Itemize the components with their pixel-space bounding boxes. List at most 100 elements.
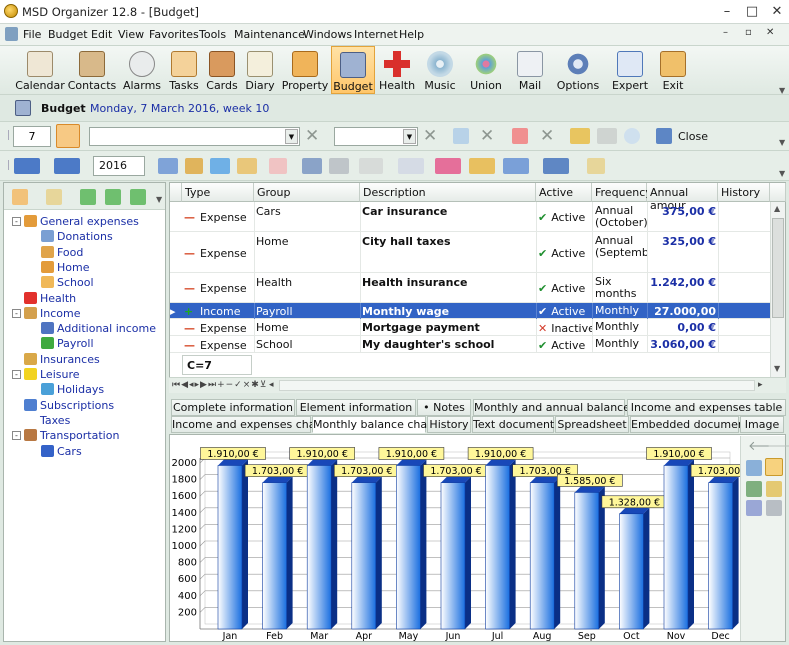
- collapse-toggle-icon[interactable]: -: [12, 308, 21, 318]
- menu-file[interactable]: File: [23, 28, 41, 41]
- toolbar-health[interactable]: Health: [377, 46, 417, 94]
- toolbar-alarms[interactable]: Alarms: [120, 46, 164, 94]
- copy-icon[interactable]: [398, 158, 424, 174]
- scroll-right-icon[interactable]: ▸: [758, 380, 763, 390]
- tab-spreadsheet[interactable]: Spreadsheet: [555, 416, 629, 433]
- toolbar-overflow-icon[interactable]: ▼: [779, 86, 785, 95]
- mdi-minimize-button[interactable]: –: [723, 27, 728, 38]
- forward-arrow-icon[interactable]: 🡒: [767, 438, 789, 454]
- add-icon[interactable]: [210, 158, 230, 174]
- menu-view[interactable]: View: [118, 28, 144, 41]
- column-header-amount[interactable]: Annual amour: [647, 183, 718, 212]
- airplane-icon[interactable]: [302, 158, 322, 174]
- toolbar-union[interactable]: Union: [466, 46, 506, 94]
- export-icon[interactable]: [503, 158, 529, 174]
- open-folder-icon[interactable]: [469, 158, 495, 174]
- column-header-active[interactable]: Active: [536, 183, 592, 202]
- grid-row[interactable]: ▸ + Income Payroll Monthly wage ✔ Active Monthl…: [170, 303, 770, 319]
- tab-image[interactable]: Image: [740, 416, 784, 433]
- chevron-down-icon[interactable]: ▼: [285, 129, 298, 144]
- horizontal-scrollbar[interactable]: [279, 380, 755, 391]
- clear-search-icon[interactable]: ✕: [480, 126, 494, 146]
- mdi-close-button[interactable]: ✕: [766, 27, 774, 38]
- tree-item-health[interactable]: Health: [24, 291, 76, 305]
- mdi-restore-button[interactable]: ▫: [745, 27, 752, 38]
- tree-item-cars[interactable]: Cars: [41, 444, 82, 458]
- grid-row[interactable]: — Expense Home City hall taxes ✔ Active Annual…: [170, 232, 770, 273]
- field-combo[interactable]: ▼: [334, 127, 418, 146]
- menu-favorites[interactable]: Favorites: [149, 28, 199, 41]
- column-header-type[interactable]: Type: [182, 183, 254, 202]
- toolbar-cards[interactable]: Cards: [204, 46, 240, 94]
- tree-item-subscriptions[interactable]: Subscriptions: [24, 398, 114, 412]
- menu-edit[interactable]: Edit: [91, 28, 112, 41]
- grid-scrollbar[interactable]: ▲ ▼: [770, 202, 785, 377]
- window-icon[interactable]: [543, 158, 569, 174]
- tree-item-transportation[interactable]: Transportation: [24, 429, 119, 442]
- tab-income-and-expenses-chart[interactable]: Income and expenses chart: [171, 416, 324, 433]
- grid-row[interactable]: — Expense Cars Car insurance ✔ Active Annual (…: [170, 202, 770, 232]
- favorites-icon[interactable]: [435, 158, 461, 174]
- toolbar-calendar[interactable]: Calendar: [15, 46, 65, 94]
- sync-icon[interactable]: [105, 189, 121, 205]
- maximize-button[interactable]: □: [743, 3, 761, 21]
- tag-icon[interactable]: [512, 128, 528, 144]
- tab-embedded-document[interactable]: Embedded document: [630, 416, 749, 433]
- close-panel-icon[interactable]: [656, 128, 672, 144]
- close-window-button[interactable]: ✕: [768, 3, 786, 21]
- link-icon[interactable]: [570, 128, 590, 144]
- magnifier-icon[interactable]: [624, 128, 640, 144]
- chart-type-icon[interactable]: [746, 460, 762, 476]
- tree-item-taxes[interactable]: Taxes: [24, 414, 70, 427]
- tree-options-icon[interactable]: [130, 189, 146, 205]
- count-field[interactable]: 7: [13, 126, 51, 147]
- clear-filter-icon[interactable]: ✕: [305, 126, 319, 146]
- tree-item-donations[interactable]: Donations: [41, 230, 113, 243]
- toolbar-diary[interactable]: Diary: [242, 46, 278, 94]
- tree-item-additional-income[interactable]: Additional income: [41, 322, 156, 335]
- folder-icon[interactable]: [237, 158, 257, 174]
- info-icon[interactable]: [54, 158, 80, 174]
- menu-maintenance[interactable]: Maintenance: [234, 28, 305, 41]
- search-icon[interactable]: [453, 128, 469, 144]
- menu-tools[interactable]: Tools: [199, 28, 226, 41]
- tab-history[interactable]: History: [427, 416, 471, 433]
- scroll-left-icon[interactable]: ◂: [269, 380, 274, 390]
- tree-item-general-expenses[interactable]: General expenses: [24, 215, 139, 228]
- toolbar-overflow-icon[interactable]: ▼: [779, 138, 785, 147]
- toolbar-overflow-icon[interactable]: ▼: [779, 169, 785, 178]
- grid-row[interactable]: — Expense Health Health insurance ✔ Active Six…: [170, 273, 770, 303]
- toolbar-contacts[interactable]: Contacts: [66, 46, 118, 94]
- clear-field-icon[interactable]: ✕: [423, 126, 437, 146]
- collapse-toggle-icon[interactable]: -: [12, 217, 21, 226]
- tab-text-document[interactable]: Text document: [472, 416, 554, 433]
- toolbar-music[interactable]: Music: [420, 46, 460, 94]
- tree-item-payroll[interactable]: Payroll: [41, 337, 94, 350]
- collapse-toggle-icon[interactable]: -: [12, 370, 21, 379]
- tree-item-food[interactable]: Food: [41, 245, 83, 259]
- toolbar-exit[interactable]: Exit: [655, 46, 691, 94]
- column-header-frequency[interactable]: Frequency: [592, 183, 652, 202]
- tree-item-holidays[interactable]: Holidays: [41, 383, 104, 396]
- tree-item-home[interactable]: Home: [41, 260, 89, 274]
- monitor-icon[interactable]: [158, 158, 178, 174]
- delete-icon[interactable]: [269, 158, 287, 174]
- chart-settings-icon[interactable]: [765, 458, 783, 476]
- toolbar-options[interactable]: Options: [556, 46, 600, 94]
- unlink-icon[interactable]: [597, 128, 617, 144]
- minimize-button[interactable]: –: [718, 3, 736, 21]
- menu-internet[interactable]: Internet: [354, 28, 398, 41]
- note-icon[interactable]: [587, 158, 605, 174]
- refresh-icon[interactable]: [80, 189, 96, 205]
- tab-complete-information[interactable]: Complete information: [171, 399, 295, 416]
- toolbar-budget[interactable]: Budget: [331, 46, 375, 94]
- column-header-group[interactable]: Group: [254, 183, 360, 202]
- chevron-down-icon[interactable]: ▼: [403, 129, 416, 144]
- toolbar-mail[interactable]: Mail: [510, 46, 550, 94]
- menu-windows[interactable]: Windows: [303, 28, 352, 41]
- navigator-buttons-icon[interactable]: ⏮◀◂▸▶⏭+−✓×✱⊻: [172, 380, 267, 390]
- year-field[interactable]: 2016: [93, 156, 145, 176]
- tab-element-information[interactable]: Element information: [296, 399, 416, 416]
- menu-help[interactable]: Help: [399, 28, 424, 41]
- toolbar-tasks[interactable]: Tasks: [166, 46, 202, 94]
